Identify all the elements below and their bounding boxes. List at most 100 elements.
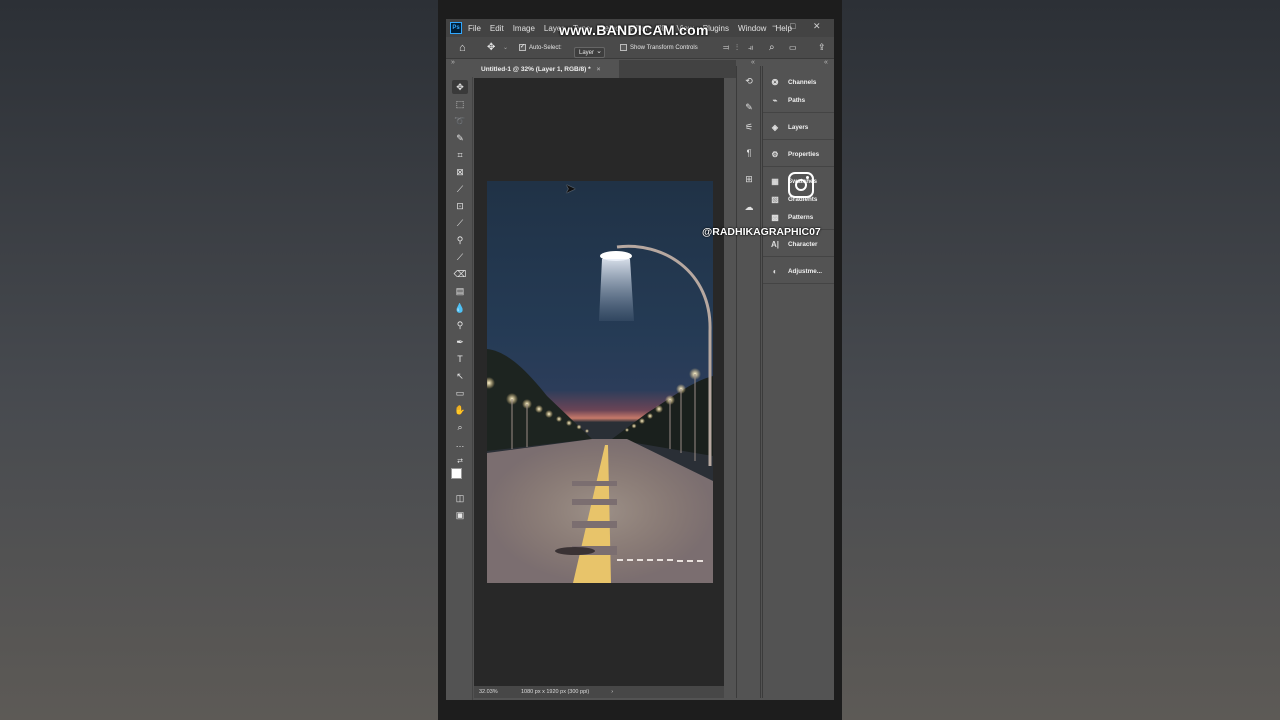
auto-select-checkbox[interactable]: ✓ Auto-Select: [519,44,562,51]
channels-icon: ❂ [771,77,779,87]
bandicam-watermark: www.BANDICAM.com [559,22,709,38]
street-scene-art [487,244,713,583]
home-icon[interactable]: ⌂ [459,42,466,54]
move-tool-icon[interactable]: ✥ [452,80,468,94]
options-bar: ⌂ ✥ ⌄ ✓ Auto-Select: Layer Show Transfor… [446,37,834,59]
glyphs-icon[interactable]: ⊞ [742,172,756,186]
workspace-icon[interactable]: ▭ [789,43,797,52]
swap-colors-icon[interactable]: ⇄ [452,454,468,468]
panel-divider [763,256,834,257]
quick-selection-tool-icon[interactable]: ✎ [452,131,468,145]
canvas-area[interactable]: ➤ [474,78,724,686]
panel-collapse-icon-right[interactable]: « [824,59,828,66]
brush-tool-icon[interactable]: ⟋ [452,216,468,230]
tools-panel: ✥ ⬚ ➰ ✎ ⌗ ⊠ ⟋ ⊡ ⟋ ⚲ ⟋ ⌫ ▤ 💧 ⚲ ✒ T ↖ ▭ ✋ … [446,77,473,700]
type-tool-icon[interactable]: T [452,352,468,366]
lasso-tool-icon[interactable]: ➰ [452,114,468,128]
status-bar: 32.03% 1080 px x 1920 px (300 ppi) › [474,686,724,698]
adjustments-icon: ◐ [772,266,778,276]
patterns-icon: ▩ [771,212,779,222]
blurred-background-left [0,0,438,720]
photoshop-logo-icon: Ps [450,22,462,34]
marquee-tool-icon[interactable]: ⬚ [452,97,468,111]
clone-stamp-tool-icon[interactable]: ⚲ [452,233,468,247]
auto-select-label: Auto-Select: [529,44,562,51]
close-tab-icon[interactable]: × [597,66,601,73]
quick-mask-icon[interactable]: ◫ [452,491,468,505]
document-tab-title: Untitled-1 @ 32% (Layer 1, RGB/8) * [481,65,591,73]
share-icon[interactable]: ⇪ [818,42,826,53]
panel-label: Properties [788,150,820,158]
panel-properties[interactable]: ⚙ Properties [763,143,834,165]
minimize-button[interactable]: − [772,21,777,31]
collapsed-panel-icons: ⟲ ✎ ⚟ ¶ ⊞ ☁ [736,66,761,698]
instagram-icon [788,172,814,198]
panel-divider [763,139,834,140]
maximize-button[interactable]: □ [790,21,795,31]
hand-tool-icon[interactable]: ✋ [452,403,468,417]
mouse-cursor-icon: ➤ [565,181,576,196]
document-tab[interactable]: Untitled-1 @ 32% (Layer 1, RGB/8) * × [473,60,619,78]
gradients-icon: ▧ [771,194,779,204]
panel-divider [763,283,834,284]
document-info: 1080 px x 1920 px (300 ppi) [521,689,590,695]
brush-settings-icon[interactable]: ✎ [742,100,756,114]
plugins-icon[interactable]: ☁ [742,200,756,214]
foreground-color-swatch[interactable] [451,468,462,479]
history-brush-tool-icon[interactable]: ⟋ [452,250,468,264]
layers-icon: ◈ [771,122,779,132]
menu-file[interactable]: File [468,24,481,33]
show-transform-controls-checkbox[interactable]: Show Transform Controls [620,44,698,51]
move-tool-preset-icon[interactable]: ✥ [487,42,495,53]
search-icon[interactable]: ⌕ [769,42,775,53]
gradient-tool-icon[interactable]: ▤ [452,284,468,298]
zoom-tool-icon[interactable]: ⌕ [452,420,468,434]
panel-collapse-icon-left[interactable]: « [751,59,755,66]
checkbox-unchecked-icon [620,44,627,51]
menu-window[interactable]: Window [738,24,766,33]
spot-healing-tool-icon[interactable]: ⊡ [452,199,468,213]
menu-image[interactable]: Image [513,24,535,33]
dodge-tool-icon[interactable]: ⚲ [452,318,468,332]
instagram-handle-overlay: @RADHIKAGRAPHIC07 [702,226,821,238]
toolbar-collapse-icon[interactable]: » [451,59,455,66]
pen-tool-icon[interactable]: ✒ [452,335,468,349]
align-center-icon[interactable]: ⫶ [736,43,738,53]
panel-layers[interactable]: ◈ Layers [763,116,834,138]
auto-select-dropdown[interactable]: Layer [574,47,606,58]
zoom-level[interactable]: 32.03% [479,689,517,695]
panel-label: Paths [788,96,806,104]
eraser-tool-icon[interactable]: ⌫ [452,267,468,281]
frame-tool-icon[interactable]: ⊠ [452,165,468,179]
align-left-icon[interactable]: ⫤ [723,43,729,53]
street-night-image [487,181,713,583]
panel-adjustments[interactable]: ◐ Adjustme... [763,260,834,282]
paths-icon: ⌁ [772,95,778,105]
more-tools-icon[interactable]: … [452,437,468,451]
status-expand-icon[interactable]: › [611,689,613,695]
show-transform-label: Show Transform Controls [630,44,698,51]
blur-tool-icon[interactable]: 💧 [452,301,468,315]
chevron-down-icon[interactable]: ⌄ [503,44,508,51]
adjust-sliders-icon[interactable]: ⚟ [742,120,756,134]
panel-divider [763,112,834,113]
panel-patterns[interactable]: ▩ Patterns [763,206,834,228]
history-icon[interactable]: ⟲ [742,74,756,88]
document-tab-bar: Untitled-1 @ 32% (Layer 1, RGB/8) * × [473,60,736,78]
crop-tool-icon[interactable]: ⌗ [452,148,468,162]
path-selection-tool-icon[interactable]: ↖ [452,369,468,383]
checkbox-checked-icon: ✓ [519,44,526,51]
menu-edit[interactable]: Edit [490,24,504,33]
close-window-button[interactable]: ✕ [813,21,821,32]
screen-mode-icon[interactable]: ▣ [452,508,468,522]
rectangle-tool-icon[interactable]: ▭ [452,386,468,400]
photoshop-window: Ps File Edit Image Layer Type Select Fil… [446,19,834,700]
align-right-icon[interactable]: ⫣ [748,43,753,53]
character-icon: A| [770,239,779,249]
paragraph-icon[interactable]: ¶ [742,146,756,160]
properties-icon: ⚙ [771,149,779,159]
eyedropper-tool-icon[interactable]: ⟋ [452,182,468,196]
panel-paths[interactable]: ⌁ Paths [763,89,834,111]
panel-dock: ❂ Channels ⌁ Paths ◈ Layers ⚙ Properties… [762,66,834,698]
panel-label: Character [788,240,818,248]
